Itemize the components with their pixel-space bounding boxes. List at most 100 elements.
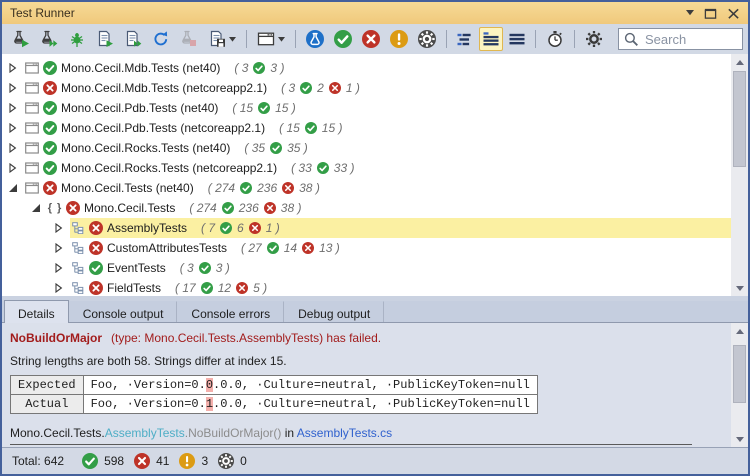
expander-expanded-icon[interactable] [31,203,41,213]
statusbar: Total: 642 5984130 [2,447,748,474]
filter-warning-icon [390,30,408,48]
expander-collapsed-icon[interactable] [54,263,64,273]
tree-row-mono-cecil-mdb-tests-net40[interactable]: Mono.Cecil.Mdb.Tests (net40)( 3 3 ) [2,58,731,78]
row-body[interactable]: Mono.Cecil.Rocks.Tests (netcoreapp2.1)( … [24,158,731,178]
timer-button[interactable] [542,27,568,51]
diff-highlight-char: 0 [206,378,213,392]
class-icon [70,222,86,234]
filter-warning-button[interactable] [386,27,412,51]
failure-detail: (type: Mono.Cecil.Tests.AssemblyTests) h… [111,331,381,345]
view-grouped-button[interactable] [479,27,503,51]
expander-collapsed-icon[interactable] [8,143,18,153]
filter-notrun-button[interactable] [414,27,440,51]
failed-count-icon [329,82,341,94]
test-node-name: Mono.Cecil.Rocks.Tests (net40) [61,141,230,155]
run-all-tests-button[interactable] [36,27,62,51]
divider [10,444,692,445]
filter-all-tests-button[interactable] [302,27,328,51]
tree-row-mono-cecil-rocks-tests-net40[interactable]: Mono.Cecil.Rocks.Tests (net40)( 35 35 ) [2,138,731,158]
expander-collapsed-icon[interactable] [54,283,64,293]
filter-failed-button[interactable] [358,27,384,51]
scroll-up-icon[interactable] [731,323,748,339]
row-body[interactable]: FieldTests( 17 12 5 ) [70,278,731,296]
tree-row-mono-cecil-mdb-tests-netcoreapp2-1[interactable]: Mono.Cecil.Mdb.Tests (netcoreapp2.1)( 3 … [2,78,731,98]
details-panel: NoBuildOrMajor (type: Mono.Cecil.Tests.As… [2,323,748,447]
run-script-button[interactable] [92,27,118,51]
expander-collapsed-icon[interactable] [8,123,18,133]
row-body[interactable]: Mono.Cecil.Pdb.Tests (netcoreapp2.1)( 15… [24,118,731,138]
expander-collapsed-icon[interactable] [54,223,64,233]
tree-row-mono-cecil-tests-net40[interactable]: Mono.Cecil.Tests (net40)( 274 236 38 ) [2,178,731,198]
window-menu-caret-icon[interactable] [686,10,694,16]
test-node-name: FieldTests [107,281,161,295]
tree-scrollbar[interactable] [731,54,748,296]
filter-passed-button[interactable] [330,27,356,51]
tab-console-errors[interactable]: Console errors [177,301,284,322]
expander-collapsed-icon[interactable] [8,83,18,93]
passed-count-icon [305,122,317,134]
row-body[interactable]: CustomAttributesTests( 27 14 13 ) [70,238,731,258]
class-icon [70,262,86,274]
row-body[interactable]: Mono.Cecil.Mdb.Tests (net40)( 3 3 ) [24,58,731,78]
timer-icon [546,30,564,48]
tab-console-output[interactable]: Console output [69,301,178,322]
tree-row-eventtests[interactable]: EventTests( 3 3 ) [2,258,731,278]
tree-row-fieldtests[interactable]: FieldTests( 17 12 5 ) [2,278,731,296]
test-tree: Mono.Cecil.Mdb.Tests (net40)( 3 3 )Mono.… [2,54,748,296]
scroll-up-icon[interactable] [731,54,748,70]
failed-test-name: NoBuildOrMajor [10,331,102,345]
tree-row-assemblytests[interactable]: AssemblyTests( 7 6 1 ) [2,218,731,238]
expander-collapsed-icon[interactable] [54,243,64,253]
failed-icon [66,201,80,215]
export-results-button[interactable] [204,27,240,51]
tree-row-mono-cecil-pdb-tests-netcoreapp2-1[interactable]: Mono.Cecil.Pdb.Tests (netcoreapp2.1)( 15… [2,118,731,138]
row-body[interactable]: { }Mono.Cecil.Tests( 274 236 38 ) [47,198,731,218]
diff-value: Foo, ·Version=0.1.0.0, ·Culture=neutral,… [83,395,537,414]
run-script-all-button[interactable] [120,27,146,51]
toolbar-separator [295,30,296,48]
close-icon[interactable] [727,7,740,20]
maximize-icon[interactable] [704,7,717,20]
tab-details[interactable]: Details [4,300,69,323]
row-body[interactable]: Mono.Cecil.Pdb.Tests (net40)( 15 15 ) [24,98,731,118]
tree-row-mono-cecil-tests[interactable]: { }Mono.Cecil.Tests( 274 236 38 ) [2,198,731,218]
scroll-down-icon[interactable] [731,431,748,447]
passed-count-icon [199,262,211,274]
row-body[interactable]: Mono.Cecil.Tests (net40)( 274 236 38 ) [24,178,731,198]
expander-collapsed-icon[interactable] [8,63,18,73]
scroll-down-icon[interactable] [731,280,748,296]
debug-tests-button[interactable] [64,27,90,51]
tree-scrollbar-thumb[interactable] [733,71,746,167]
filter-failed-icon [362,30,380,48]
tree-row-mono-cecil-pdb-tests-net40[interactable]: Mono.Cecil.Pdb.Tests (net40)( 15 15 ) [2,98,731,118]
tree-row-customattributestests[interactable]: CustomAttributesTests( 27 14 13 ) [2,238,731,258]
settings-gear-button[interactable] [581,27,607,51]
run-all-tests-icon [40,30,58,48]
source-file-link[interactable]: AssemblyTests.cs [297,426,392,440]
expander-expanded-icon[interactable] [8,183,18,193]
row-body[interactable]: Mono.Cecil.Mdb.Tests (netcoreapp2.1)( 3 … [24,78,731,98]
window-layout-button[interactable] [253,27,289,51]
row-body[interactable]: Mono.Cecil.Rocks.Tests (net40)( 35 35 ) [24,138,731,158]
titlebar[interactable]: Test Runner [2,2,748,24]
stop-run-button[interactable] [176,27,202,51]
run-tests-icon [12,30,30,48]
passed-count-icon [253,62,265,74]
tab-debug-output[interactable]: Debug output [284,301,384,322]
tree-row-mono-cecil-rocks-tests-netcoreapp2-1[interactable]: Mono.Cecil.Rocks.Tests (netcoreapp2.1)( … [2,158,731,178]
details-scrollbar-thumb[interactable] [733,345,746,403]
selected-row-body[interactable]: AssemblyTests( 7 6 1 ) [70,218,731,238]
view-hierarchy-button[interactable] [453,27,477,51]
result-counts: ( 33 33 ) [291,161,354,175]
run-tests-button[interactable] [8,27,34,51]
status-passed-count: 598 [82,453,124,469]
row-body[interactable]: EventTests( 3 3 ) [70,258,731,278]
diff-row-actual: ActualFoo, ·Version=0.1.0.0, ·Culture=ne… [11,395,538,414]
caret-down-icon [278,37,285,42]
expander-collapsed-icon[interactable] [8,103,18,113]
refresh-button[interactable] [148,27,174,51]
expander-collapsed-icon[interactable] [8,163,18,173]
view-flat-button[interactable] [505,27,529,51]
passed-count-icon [300,82,312,94]
details-scrollbar[interactable] [731,323,748,447]
